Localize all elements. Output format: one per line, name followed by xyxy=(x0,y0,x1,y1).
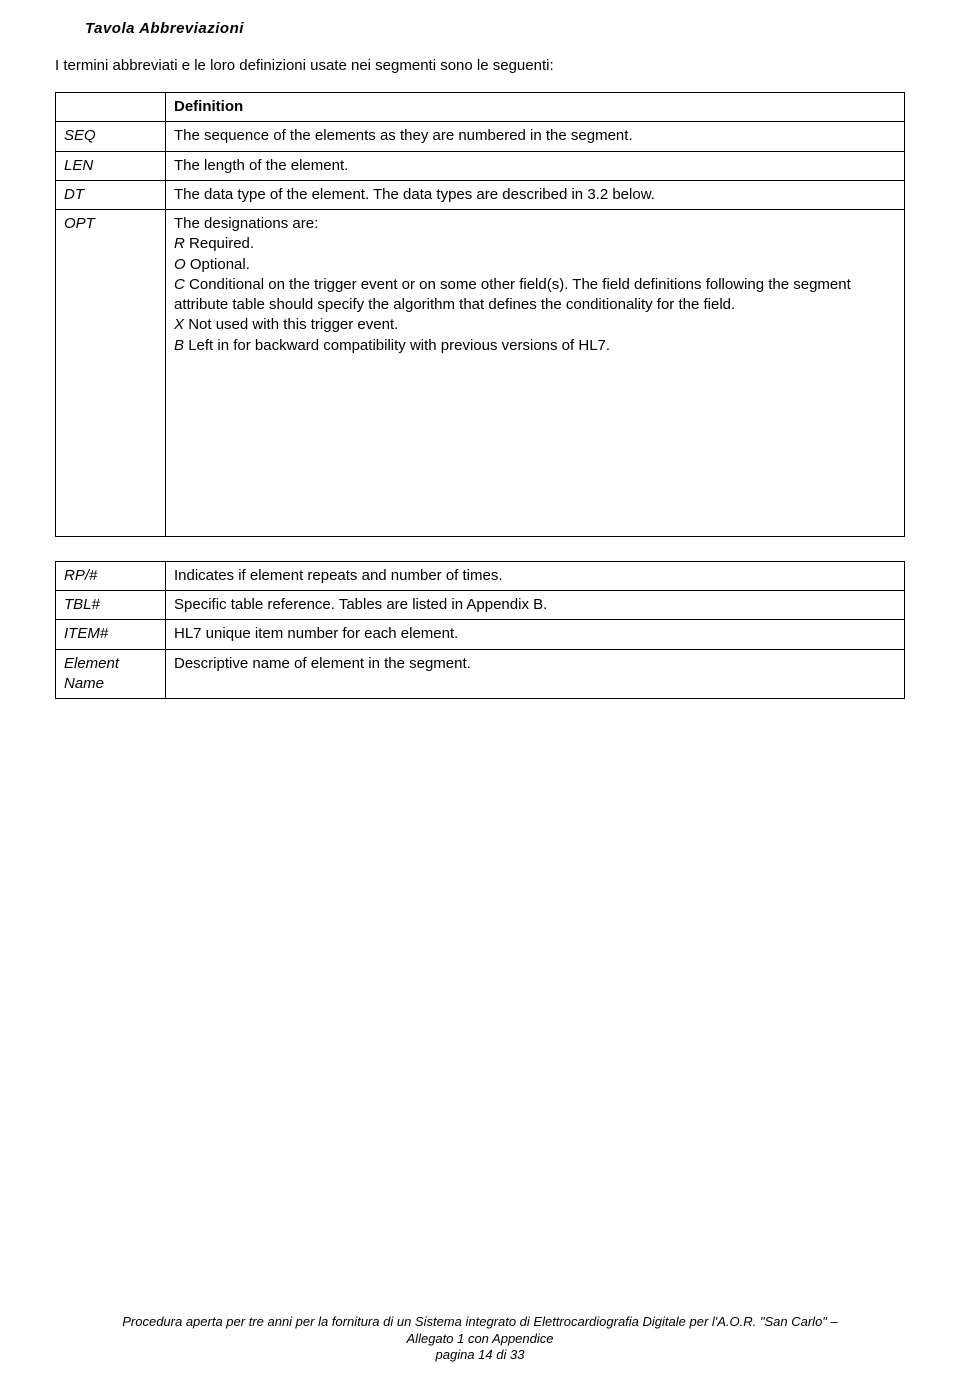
table-row: TBL# Specific table reference. Tables ar… xyxy=(56,591,905,620)
table-header-row: Definition xyxy=(56,93,905,122)
opt-code: X xyxy=(174,316,184,333)
opt-item: B Left in for backward compatibility wit… xyxy=(174,336,896,356)
opt-text: Optional. xyxy=(190,256,250,273)
term-cell: SEQ xyxy=(56,122,166,151)
opt-text: Left in for backward compatibility with … xyxy=(188,337,610,354)
page-footer: Procedura aperta per tre anni per la for… xyxy=(0,1314,960,1363)
footer-line-2: Allegato 1 con Appendice xyxy=(0,1331,960,1347)
table-row-opt: OPT The designations are: R Required. O … xyxy=(56,210,905,537)
table-gap xyxy=(55,537,905,561)
term-cell: Element Name xyxy=(56,649,166,699)
opt-lead: The designations are: xyxy=(174,214,896,234)
footer-line-3: pagina 14 di 33 xyxy=(0,1347,960,1363)
opt-item: R Required. xyxy=(174,234,896,254)
table-row: LEN The length of the element. xyxy=(56,151,905,180)
abbrev-table: Definition SEQ The sequence of the eleme… xyxy=(55,92,905,537)
opt-code: B xyxy=(174,337,184,354)
term-cell: OPT xyxy=(56,210,166,537)
def-cell: Descriptive name of element in the segme… xyxy=(166,649,905,699)
def-cell-opt: The designations are: R Required. O Opti… xyxy=(166,210,905,537)
table-row: DT The data type of the element. The dat… xyxy=(56,180,905,209)
abbrev-table-2: RP/# Indicates if element repeats and nu… xyxy=(55,561,905,699)
term-cell: ITEM# xyxy=(56,620,166,649)
opt-code: R xyxy=(174,235,185,252)
opt-text: Required. xyxy=(189,235,254,252)
opt-item: O Optional. xyxy=(174,255,896,275)
footer-line-1: Procedura aperta per tre anni per la for… xyxy=(0,1314,960,1330)
def-cell: Indicates if element repeats and number … xyxy=(166,561,905,590)
term-cell: RP/# xyxy=(56,561,166,590)
opt-text: Conditional on the trigger event or on s… xyxy=(174,276,851,313)
intro-text: I termini abbreviati e le loro definizio… xyxy=(55,57,905,74)
header-empty xyxy=(56,93,166,122)
opt-item: C Conditional on the trigger event or on… xyxy=(174,275,896,316)
opt-code: O xyxy=(174,256,186,273)
opt-item: X Not used with this trigger event. xyxy=(174,315,896,335)
def-cell: HL7 unique item number for each element. xyxy=(166,620,905,649)
opt-text: Not used with this trigger event. xyxy=(188,316,398,333)
opt-code: C xyxy=(174,276,185,293)
def-cell: The sequence of the elements as they are… xyxy=(166,122,905,151)
term-cell: TBL# xyxy=(56,591,166,620)
table-row: RP/# Indicates if element repeats and nu… xyxy=(56,561,905,590)
table-row: SEQ The sequence of the elements as they… xyxy=(56,122,905,151)
section-title: Tavola Abbreviazioni xyxy=(85,20,905,37)
term-cell: DT xyxy=(56,180,166,209)
table-row: ITEM# HL7 unique item number for each el… xyxy=(56,620,905,649)
term-cell: LEN xyxy=(56,151,166,180)
def-cell: Specific table reference. Tables are lis… xyxy=(166,591,905,620)
def-cell: The length of the element. xyxy=(166,151,905,180)
table-row: Element Name Descriptive name of element… xyxy=(56,649,905,699)
def-cell: The data type of the element. The data t… xyxy=(166,180,905,209)
header-definition: Definition xyxy=(166,93,905,122)
